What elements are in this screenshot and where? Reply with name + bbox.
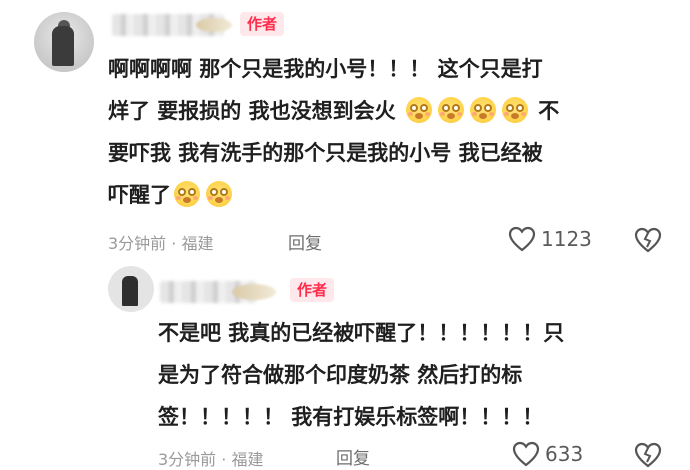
like-button[interactable]: 633 <box>512 441 583 467</box>
comment-meta: 3分钟前 · 福建 <box>108 234 214 253</box>
heart-icon <box>512 441 540 467</box>
reply-button[interactable]: 回复 <box>336 444 370 469</box>
flushed-emoji-icon <box>469 97 496 123</box>
avatar[interactable] <box>34 12 94 72</box>
reply-text-line-3: 签！！！！！ 我有打娱乐标签啊！！！！ <box>158 405 544 429</box>
dislike-button[interactable] <box>634 442 662 468</box>
username-redacted <box>196 18 232 32</box>
like-count: 1123 <box>541 227 592 251</box>
author-badge: 作者 <box>240 12 285 36</box>
dislike-button[interactable] <box>634 227 662 253</box>
comment-text-line-4: 吓醒了 <box>108 174 235 216</box>
flushed-emoji-icon <box>501 97 528 123</box>
flushed-emoji-icon <box>405 97 432 123</box>
author-badge: 作者 <box>290 278 335 302</box>
flushed-emoji-icon <box>174 181 200 207</box>
avatar[interactable] <box>108 266 154 312</box>
comment-text-line-3: 要吓我 我有洗手的那个只是我的小号 我已经被 <box>108 141 543 165</box>
reply-text-line-1: 不是吧 我真的已经被吓醒了！！！！！！只 <box>158 321 565 345</box>
like-count: 633 <box>545 442 584 466</box>
comment-text-line-1: 啊啊啊啊 那个只是我的小号！！！ 这个只是打 <box>108 57 543 81</box>
like-button[interactable]: 1123 <box>508 226 592 252</box>
heart-icon <box>508 226 536 252</box>
broken-heart-icon <box>634 227 662 253</box>
broken-heart-icon <box>634 442 662 468</box>
comment-text-line-2: 烊了 要报损的 我也没想到会火 不 <box>108 97 560 123</box>
reply-text-line-2: 是为了符合做那个印度奶茶 然后打的标 <box>158 363 523 387</box>
reply-meta: 3分钟前 · 福建 <box>158 450 264 469</box>
flushed-emoji-icon <box>206 181 232 207</box>
username-redacted <box>232 284 276 300</box>
flushed-emoji-icon <box>437 97 464 123</box>
reply-button[interactable]: 回复 <box>288 229 322 254</box>
